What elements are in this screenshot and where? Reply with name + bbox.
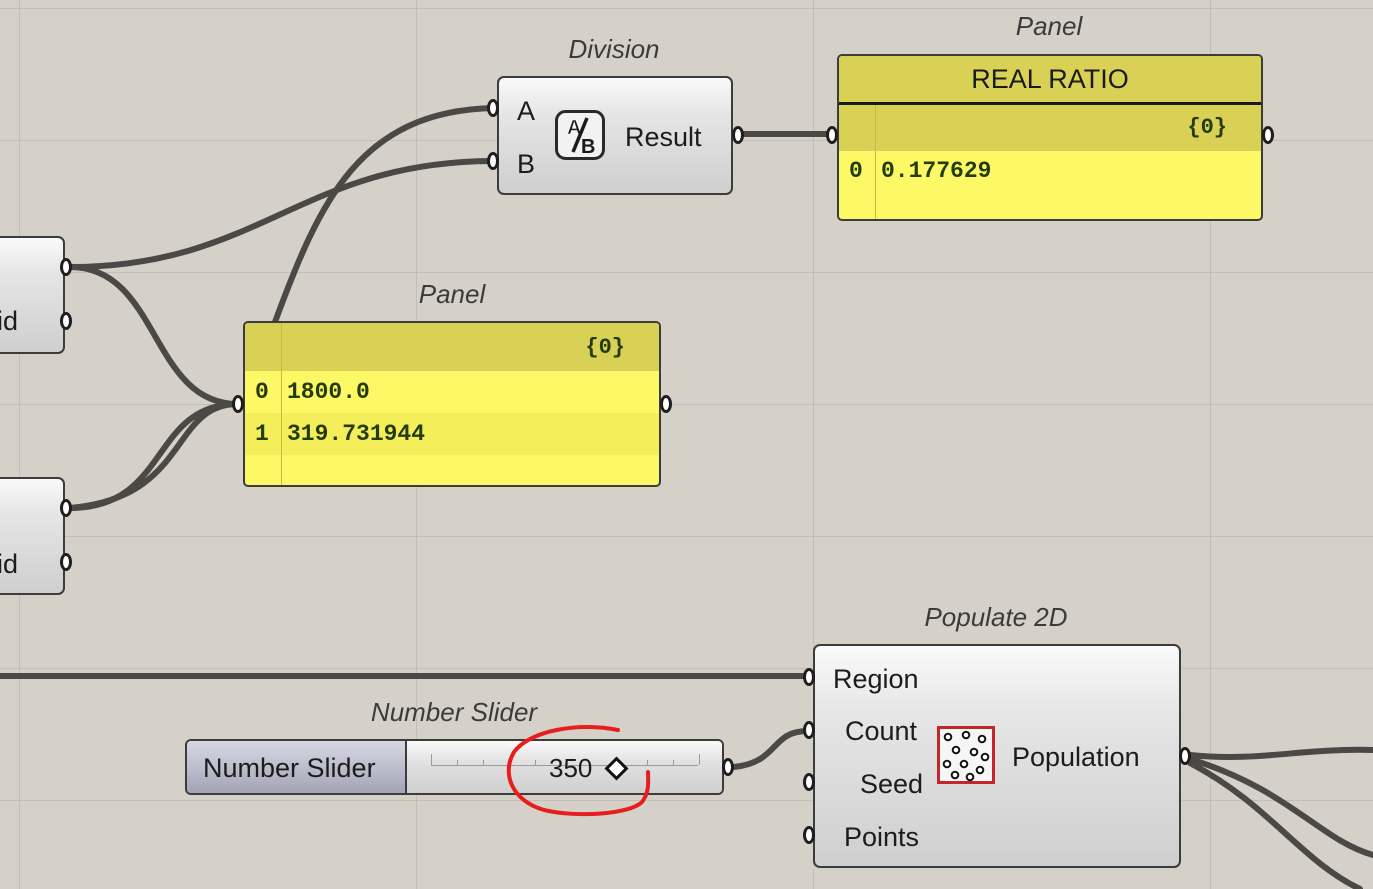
ratio-panel-input-port[interactable] [826,126,838,144]
values-panel-path: {0} [585,335,625,360]
wire-slider-to-count [731,728,811,770]
ratio-panel[interactable]: REAL RATIO {0} 0 0.177629 [837,54,1263,221]
division-input-b-port[interactable] [487,152,499,170]
wire-population-out-c [1187,760,1363,889]
number-slider-name: Number Slider [203,753,376,783]
populate-region-port[interactable] [803,668,815,686]
populate-component[interactable]: Region Count Seed Points Population [813,644,1181,868]
populate-title: Populate 2D [924,602,1068,632]
values-panel-row-value: 319.731944 [287,421,426,447]
division-component[interactable]: A B A B Result [497,76,733,195]
wire-population-out-a [1187,746,1373,760]
wire-left2-to-panel-b [67,401,241,511]
ratio-panel-title: Panel [1015,11,1083,41]
left-component-1[interactable]: oid [0,236,65,354]
ratio-panel-path: {0} [1187,115,1227,140]
division-input-a-port[interactable] [487,99,499,117]
division-result-port[interactable] [732,126,744,144]
values-panel[interactable]: {0} 0 1800.0 1 319.731944 [243,321,661,487]
values-panel-row: 1 319.731944 [245,413,659,455]
red-annotation-circle [506,724,651,817]
values-panel-input-port[interactable] [232,395,244,413]
populate-output-label: Population [1012,742,1140,772]
populate-input-points-label: Points [844,822,920,852]
division-icon: A B [555,110,605,160]
division-output-label: Result [625,122,702,152]
populate-population-port[interactable] [1179,747,1191,765]
number-slider-tick [431,754,432,765]
ratio-panel-row: 0 0.177629 [839,160,1261,190]
number-slider-tick [483,760,484,765]
left-component-2[interactable]: oid [0,477,65,595]
populate-input-seed-label: Seed [860,769,924,799]
division-input-b-label: B [517,149,536,179]
populate-points-icon [937,726,995,784]
values-panel-title: Panel [418,279,486,309]
populate-points-port[interactable] [803,826,815,844]
wire-left1-to-panel [67,264,241,407]
ratio-panel-row-index: 0 [849,158,863,184]
ratio-panel-output-port[interactable] [1262,126,1274,144]
wire-population-out-b [1187,756,1373,858]
number-slider-tick [673,760,674,765]
populate-input-region-label: Region [833,664,919,694]
wire-left2-to-panel-a [67,401,241,511]
wire-left1-to-b [67,158,495,270]
left-component-2-label: oid [0,549,19,579]
left-component-1-label: oid [0,306,19,336]
values-panel-output-port[interactable] [660,395,672,413]
division-input-a-label: A [517,96,536,126]
number-slider-name-block: Number Slider [187,741,407,793]
populate-input-count-label: Count [845,716,918,746]
number-slider-tick [699,754,700,765]
ratio-panel-path-bar: {0} [839,105,1261,151]
ratio-panel-index-divider [875,105,876,219]
ratio-panel-header: REAL RATIO [839,56,1261,105]
ratio-panel-header-text: REAL RATIO [971,64,1129,94]
division-title: Division [568,34,660,64]
values-panel-row: 0 1800.0 [245,371,659,413]
left-component-1-output-1[interactable] [60,258,72,276]
values-panel-index-divider [281,323,282,485]
left-component-2-output-1[interactable] [60,499,72,517]
populate-count-port[interactable] [803,721,815,739]
values-panel-path-bar: {0} [245,323,659,371]
left-component-1-output-2[interactable] [60,312,72,330]
values-panel-row-index: 1 [255,421,269,447]
ratio-panel-row-value: 0.177629 [881,158,992,184]
left-component-2-output-2[interactable] [60,553,72,571]
values-panel-row-index: 0 [255,379,269,405]
svg-text:B: B [581,136,595,158]
values-panel-row-value: 1800.0 [287,379,370,405]
number-slider-tick [457,760,458,765]
populate-seed-port[interactable] [803,773,815,791]
number-slider-output-port[interactable] [722,758,734,776]
